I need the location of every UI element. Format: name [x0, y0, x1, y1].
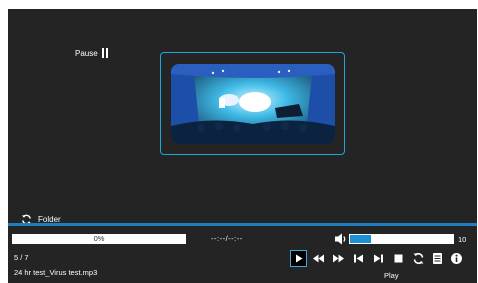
volume-slider[interactable] — [349, 234, 454, 244]
pause-label: Pause — [75, 48, 98, 58]
stop-button[interactable] — [391, 251, 406, 266]
play-button[interactable] — [290, 250, 307, 267]
album-art-frame — [160, 52, 345, 155]
playlist-button[interactable] — [430, 251, 445, 266]
volume-value: 10 — [458, 235, 467, 244]
info-button[interactable] — [449, 251, 464, 266]
progress-text: 0% — [93, 234, 105, 243]
previous-track-button[interactable] — [351, 251, 366, 266]
pause-indicator: Pause — [75, 48, 108, 58]
volume-level — [350, 235, 371, 243]
file-name: 24 hr test_Virus test.mp3 — [14, 268, 98, 277]
rewind-button[interactable] — [311, 251, 326, 266]
media-player-screen: Pause Folder 0% --:--/--:-- 10 5 / 7 24 … — [0, 0, 478, 283]
volume-icon[interactable] — [334, 232, 347, 246]
time-display: --:--/--:-- — [211, 234, 243, 243]
progress-bar[interactable]: 0% — [12, 234, 186, 244]
pause-icon — [101, 48, 108, 58]
status-label: Play — [384, 271, 399, 280]
fast-forward-button[interactable] — [331, 251, 346, 266]
video-area: Pause Folder — [8, 9, 477, 225]
track-counter: 5 / 7 — [14, 253, 29, 262]
repeat-button[interactable] — [411, 251, 426, 266]
next-track-button[interactable] — [371, 251, 386, 266]
album-art-image — [171, 64, 335, 144]
